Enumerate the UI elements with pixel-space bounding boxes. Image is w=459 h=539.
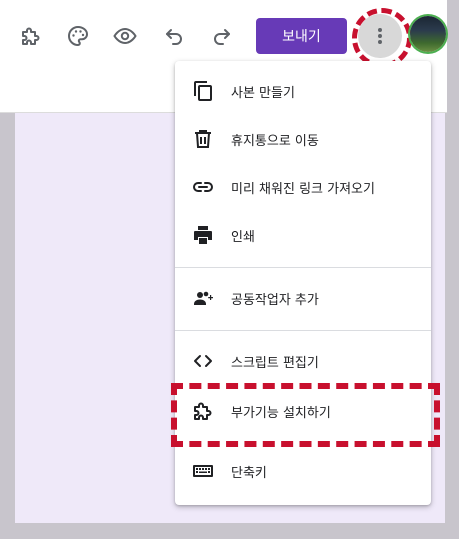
menu-item-label: 인쇄: [231, 230, 255, 245]
menu-item-label: 공동작업자 추가: [231, 293, 319, 308]
puzzle-icon: [191, 399, 215, 423]
menu-item-label: 휴지통으로 이동: [231, 134, 319, 149]
menu-item-get-prefilled-link[interactable]: 미리 채워진 링크 가져오기: [175, 163, 431, 211]
menu-item-install-addons[interactable]: 부가기능 설치하기: [175, 387, 431, 435]
menu-item-print[interactable]: 인쇄: [175, 211, 431, 259]
add-people-icon: [191, 286, 215, 310]
menu-item-label: 단축키: [231, 466, 267, 481]
palette-icon[interactable]: [66, 24, 90, 48]
copy-icon: [191, 79, 215, 103]
puzzle-icon[interactable]: [19, 24, 43, 48]
printer-icon: [191, 223, 215, 247]
send-button[interactable]: 보내기: [256, 18, 347, 54]
redo-icon[interactable]: [210, 24, 234, 48]
code-icon: [191, 349, 215, 373]
link-icon: [191, 175, 215, 199]
avatar[interactable]: [410, 16, 446, 52]
menu-item-label: 스크립트 편집기: [231, 356, 319, 371]
trash-icon: [191, 127, 215, 151]
menu-divider: [175, 267, 431, 268]
undo-icon[interactable]: [162, 24, 186, 48]
menu-divider: [175, 330, 431, 331]
menu-item-label: 부가기능 설치하기: [231, 406, 331, 421]
more-options-button[interactable]: [358, 14, 402, 58]
keyboard-icon: [191, 459, 215, 483]
eye-icon[interactable]: [113, 24, 137, 48]
menu-item-move-to-trash[interactable]: 휴지통으로 이동: [175, 115, 431, 163]
send-button-label: 보내기: [282, 29, 321, 45]
menu-item-add-collaborators[interactable]: 공동작업자 추가: [175, 274, 431, 322]
menu-item-script-editor[interactable]: 스크립트 편집기: [175, 337, 431, 385]
menu-item-keyboard-shortcuts[interactable]: 단축키: [175, 447, 431, 495]
more-vert-icon: [378, 28, 382, 44]
menu-item-label: 미리 채워진 링크 가져오기: [231, 182, 375, 197]
more-options-menu: 사본 만들기 휴지통으로 이동 미리 채워진 링크 가져오기 인쇄 공동작업자 …: [175, 61, 431, 505]
menu-item-make-copy[interactable]: 사본 만들기: [175, 67, 431, 115]
menu-item-label: 사본 만들기: [231, 86, 295, 101]
